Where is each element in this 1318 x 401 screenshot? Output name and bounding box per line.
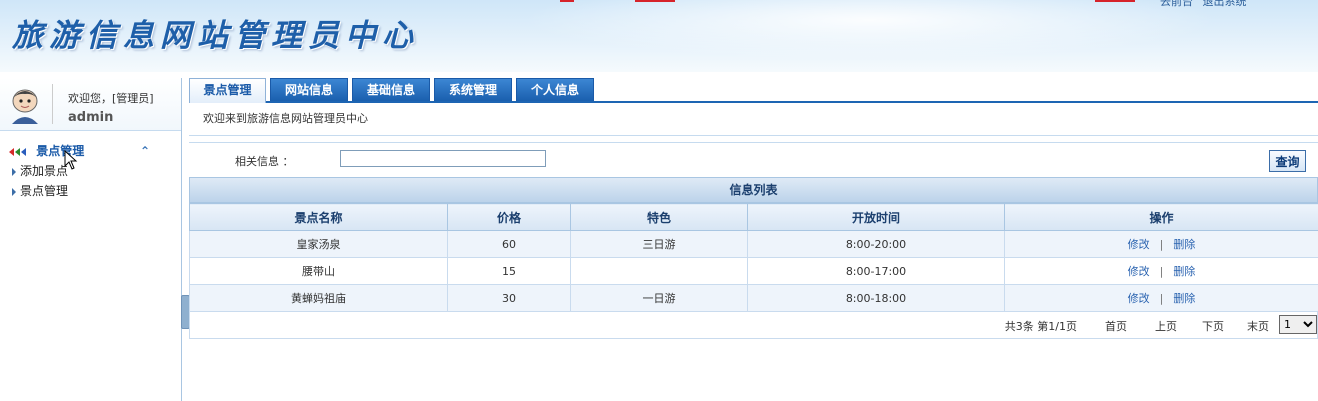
column-header: 特色 [570, 203, 748, 231]
actions-cell: 修改 | 删除 [1004, 284, 1318, 312]
main-content: 景点管理 网站信息 基础信息 系统管理 个人信息 欢迎来到旅游信息网站管理员中心… [189, 78, 1318, 339]
triangle-right-icon [12, 167, 16, 176]
feature-cell: 三日游 [570, 230, 748, 258]
page-select[interactable]: 1 [1279, 315, 1317, 334]
prev-page-link[interactable]: 上页 [1155, 318, 1177, 334]
triangle-right-icon [12, 187, 16, 196]
price-cell: 30 [447, 284, 571, 312]
sidebar: 欢迎您，[管理员] admin 景点管理 ⌃ 添加景点 景点管理 [0, 78, 182, 401]
table-row: 皇家汤泉 60 三日游 8:00-20:00 修改 | 删除 [189, 230, 1318, 258]
site-title: 旅游信息网站管理员中心 [12, 18, 419, 54]
hours-cell: 8:00-18:00 [747, 284, 1005, 312]
action-separator: | [1159, 292, 1164, 305]
pagination-info: 共3条 第1/1页 [1004, 320, 1077, 333]
user-info: 欢迎您，[管理员] admin [0, 78, 181, 131]
next-page-link[interactable]: 下页 [1202, 318, 1224, 334]
spot-name-cell: 黄蝉妈祖庙 [189, 284, 448, 312]
feature-cell: 一日游 [570, 284, 748, 312]
edit-link[interactable]: 修改 [1128, 238, 1150, 251]
table-row: 黄蝉妈祖庙 30 一日游 8:00-18:00 修改 | 删除 [189, 284, 1318, 312]
delete-link[interactable]: 删除 [1173, 238, 1195, 251]
spot-name-cell: 腰带山 [189, 257, 448, 285]
feature-cell [570, 257, 748, 285]
actions-cell: 修改 | 删除 [1004, 257, 1318, 285]
sidebar-item-spot-management[interactable]: 景点管理 [0, 181, 181, 201]
last-page-link[interactable]: 末页 [1247, 318, 1269, 334]
price-cell: 15 [447, 257, 571, 285]
sidebar-item-add-spot[interactable]: 添加景点 [0, 161, 181, 181]
edit-link[interactable]: 修改 [1128, 292, 1150, 305]
column-header: 价格 [447, 203, 571, 231]
tab-site-info[interactable]: 网站信息 [270, 78, 348, 101]
tab-basic-info[interactable]: 基础信息 [352, 78, 430, 101]
info-table: 景点名称 价格 特色 开放时间 操作 皇家汤泉 60 三日游 8:00-20:0… [189, 203, 1318, 312]
welcome-text: 欢迎您，[管理员] [68, 92, 154, 105]
avatar [12, 89, 38, 124]
spot-name-cell: 皇家汤泉 [189, 230, 448, 258]
price-cell: 60 [447, 230, 571, 258]
first-page-link[interactable]: 首页 [1105, 318, 1127, 334]
menu-section-icon [9, 147, 26, 156]
sidebar-item-label: 添加景点 [20, 164, 69, 178]
logout-link[interactable]: 退出系统 [1203, 0, 1247, 8]
front-page-link[interactable]: 去前台 [1160, 0, 1193, 8]
page-header: 旅游信息网站管理员中心 去前台 退出系统 [0, 0, 1318, 72]
tab-spot-management[interactable]: 景点管理 [189, 78, 266, 103]
header-glow [520, 0, 1220, 60]
search-button[interactable]: 查询 [1269, 150, 1306, 172]
mouse-cursor-icon [64, 150, 78, 170]
username: admin [68, 110, 114, 125]
column-header: 开放时间 [747, 203, 1005, 231]
tab-bar: 景点管理 网站信息 基础信息 系统管理 个人信息 [189, 78, 1318, 103]
tab-personal-info[interactable]: 个人信息 [516, 78, 594, 101]
edit-link[interactable]: 修改 [1128, 265, 1150, 278]
header-decoration [635, 0, 675, 2]
actions-cell: 修改 | 删除 [1004, 230, 1318, 258]
column-header: 景点名称 [189, 203, 448, 231]
search-label: 相关信息 ： [235, 155, 294, 168]
search-panel: 相关信息 ： 查询 [189, 142, 1318, 177]
delete-link[interactable]: 删除 [1173, 265, 1195, 278]
top-links: 去前台 退出系统 [1160, 0, 1253, 9]
pagination-bar: 共3条 第1/1页 首页 上页 下页 末页 1 [189, 312, 1318, 339]
column-header: 操作 [1004, 203, 1318, 231]
table-header-row: 景点名称 价格 特色 开放时间 操作 [189, 203, 1318, 231]
divider [52, 84, 53, 124]
hours-cell: 8:00-17:00 [747, 257, 1005, 285]
action-separator: | [1159, 238, 1164, 251]
collapse-icon[interactable]: ⌃ [140, 141, 150, 161]
header-decoration [1095, 0, 1135, 2]
header-decoration [560, 0, 574, 2]
delete-link[interactable]: 删除 [1173, 292, 1195, 305]
table-row: 腰带山 15 8:00-17:00 修改 | 删除 [189, 257, 1318, 285]
hours-cell: 8:00-20:00 [747, 230, 1005, 258]
menu-section-spot-management[interactable]: 景点管理 ⌃ [0, 141, 181, 161]
welcome-bar: 欢迎来到旅游信息网站管理员中心 [189, 103, 1318, 136]
list-title: 信息列表 [189, 177, 1318, 203]
search-input[interactable] [340, 150, 546, 167]
action-separator: | [1159, 265, 1164, 278]
sidebar-item-label: 景点管理 [20, 184, 69, 198]
tab-system-management[interactable]: 系统管理 [434, 78, 512, 101]
